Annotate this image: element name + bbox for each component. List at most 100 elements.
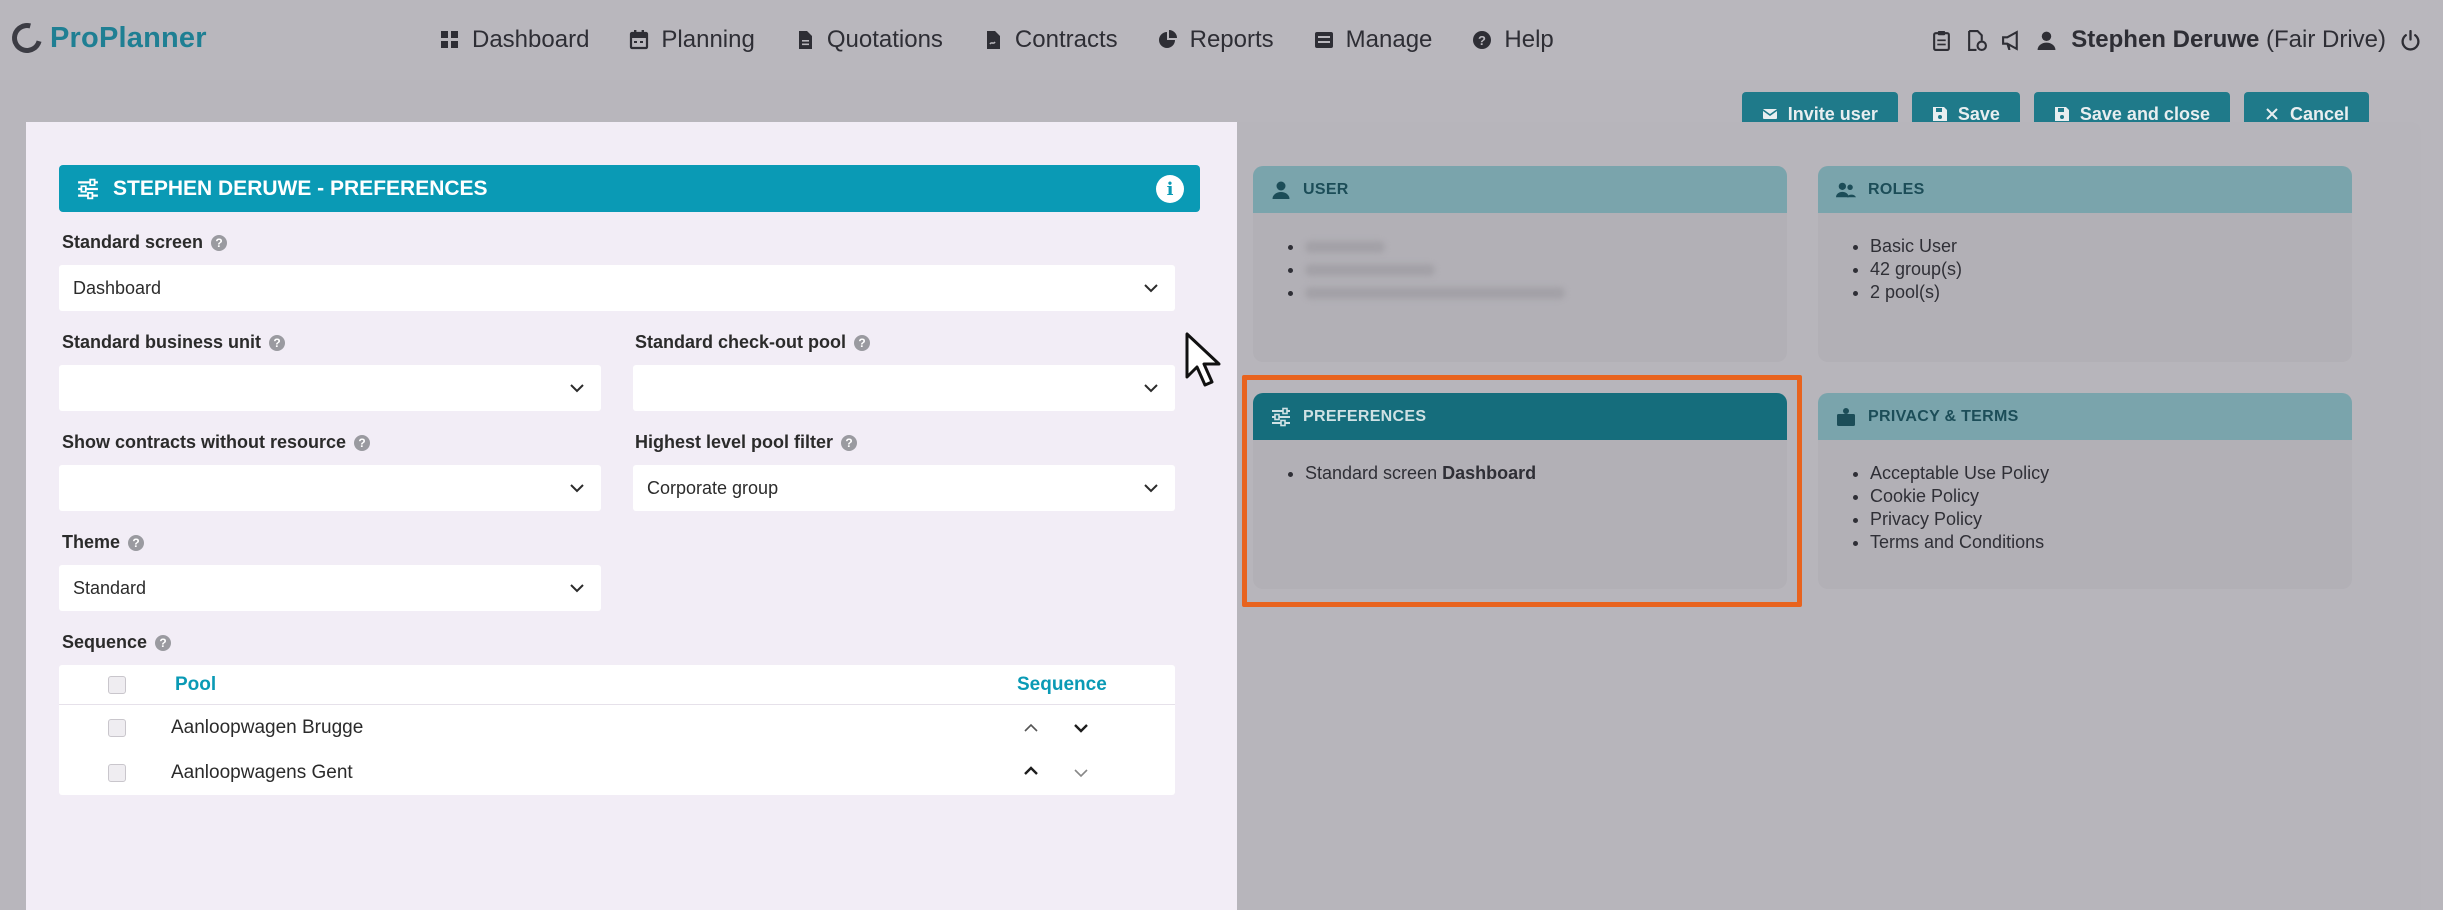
nav-planning-label: Planning bbox=[661, 26, 755, 53]
app-logo[interactable]: ProPlanner bbox=[6, 17, 207, 59]
standard-screen-value: Dashboard bbox=[73, 277, 162, 298]
privacy-terms-card-title: PRIVACY & TERMS bbox=[1868, 407, 2019, 425]
nav-contracts-label: Contracts bbox=[1014, 26, 1118, 53]
cookie-policy-link[interactable]: Cookie Policy bbox=[1870, 485, 2352, 508]
privacy-policy-link[interactable]: Privacy Policy bbox=[1870, 508, 2352, 531]
user-area: Stephen Deruwe (Fair Drive) bbox=[1931, 22, 2421, 58]
manage-icon bbox=[1314, 32, 1333, 48]
checkout-pool-label: Standard check-out pool ? bbox=[635, 332, 871, 353]
floppy-disk-icon bbox=[1932, 107, 1947, 121]
pie-chart-icon bbox=[1158, 30, 1177, 48]
chevron-down-icon bbox=[1144, 384, 1158, 393]
help-circle-icon: ? bbox=[1473, 31, 1492, 49]
chevron-down-icon bbox=[570, 384, 584, 393]
nav-contracts[interactable]: Contracts bbox=[983, 26, 1118, 54]
move-down-icon[interactable] bbox=[1072, 719, 1090, 737]
user-detail-redacted bbox=[1305, 281, 1787, 304]
user-detail-redacted bbox=[1305, 258, 1787, 281]
users-icon bbox=[1836, 182, 1856, 197]
help-icon[interactable]: ? bbox=[128, 534, 145, 551]
move-up-icon[interactable] bbox=[1022, 719, 1040, 737]
help-icon[interactable]: ? bbox=[211, 234, 228, 251]
chevron-down-icon bbox=[570, 584, 584, 593]
user-card: USER bbox=[1253, 166, 1787, 362]
nav-dashboard-label: Dashboard bbox=[472, 26, 590, 53]
nav-planning[interactable]: Planning bbox=[629, 26, 755, 54]
standard-screen-select[interactable]: Dashboard bbox=[59, 265, 1175, 311]
sequence-table: Pool Sequence Aanloopwagen Brugge Aanloo… bbox=[59, 665, 1175, 795]
nav-quotations[interactable]: Quotations bbox=[795, 26, 943, 54]
help-icon[interactable]: ? bbox=[354, 434, 371, 451]
row-checkbox[interactable] bbox=[108, 764, 126, 782]
user-icon[interactable] bbox=[2036, 30, 2057, 51]
acceptable-use-policy-link[interactable]: Acceptable Use Policy bbox=[1870, 462, 2352, 485]
contracts-without-resource-select[interactable] bbox=[59, 465, 601, 511]
standard-screen-label: Standard screen ? bbox=[62, 232, 228, 253]
pool-name: Aanloopwagens Gent bbox=[171, 762, 353, 783]
preferences-panel-header: STEPHEN DERUWE - PREFERENCES i bbox=[59, 165, 1200, 212]
highest-pool-filter-label-text: Highest level pool filter bbox=[635, 432, 834, 452]
roles-card-body: Basic User 42 group(s) 2 pool(s) bbox=[1818, 213, 2352, 304]
sequence-column-header[interactable]: Sequence bbox=[1017, 674, 1107, 696]
grid-icon bbox=[441, 31, 458, 48]
highest-pool-filter-label: Highest level pool filter ? bbox=[635, 432, 858, 453]
nav-quotations-label: Quotations bbox=[826, 26, 943, 53]
nav-dashboard[interactable]: Dashboard bbox=[440, 26, 589, 54]
role-item: Basic User bbox=[1870, 235, 2352, 258]
sliders-icon bbox=[78, 178, 98, 199]
move-up-icon[interactable] bbox=[1022, 762, 1040, 780]
main-nav: Dashboard Planning Quotations Contracts … bbox=[440, 22, 1554, 58]
highest-pool-filter-select[interactable]: Corporate group bbox=[633, 465, 1175, 511]
user-org: (Fair Drive) bbox=[2266, 26, 2386, 53]
table-row: Aanloopwagen Brugge bbox=[59, 705, 1175, 750]
standard-screen-label-text: Standard screen bbox=[62, 232, 204, 252]
contracts-without-resource-label: Show contracts without resource ? bbox=[62, 432, 371, 453]
terms-and-conditions-link[interactable]: Terms and Conditions bbox=[1870, 531, 2352, 554]
sequence-table-header: Pool Sequence bbox=[59, 665, 1175, 705]
contracts-without-resource-label-text: Show contracts without resource bbox=[62, 432, 347, 452]
info-icon[interactable]: i bbox=[1156, 175, 1184, 203]
power-icon[interactable] bbox=[2400, 29, 2421, 51]
nav-reports-label: Reports bbox=[1189, 26, 1274, 53]
business-unit-label-text: Standard business unit bbox=[62, 332, 262, 352]
nav-manage[interactable]: Manage bbox=[1314, 26, 1433, 54]
highest-pool-filter-value: Corporate group bbox=[647, 477, 779, 498]
clipboard-icon[interactable] bbox=[1931, 30, 1952, 51]
user-icon bbox=[1272, 181, 1290, 199]
chevron-down-icon bbox=[1144, 484, 1158, 493]
roles-card: ROLES Basic User 42 group(s) 2 pool(s) bbox=[1818, 166, 2352, 362]
top-navigation-bar: ProPlanner Dashboard Planning Quotations… bbox=[0, 0, 2443, 80]
pool-column-header[interactable]: Pool bbox=[175, 674, 216, 696]
nav-help[interactable]: ? Help bbox=[1472, 26, 1554, 54]
logo-ring-icon bbox=[6, 17, 48, 59]
select-all-checkbox[interactable] bbox=[108, 676, 126, 694]
help-icon[interactable]: ? bbox=[841, 434, 858, 451]
checkout-pool-label-text: Standard check-out pool bbox=[635, 332, 847, 352]
nav-manage-label: Manage bbox=[1345, 26, 1433, 53]
envelope-icon bbox=[1762, 109, 1778, 119]
document-settings-icon[interactable] bbox=[1966, 29, 1988, 51]
role-item: 2 pool(s) bbox=[1870, 281, 2352, 304]
business-unit-select[interactable] bbox=[59, 365, 601, 411]
row-checkbox[interactable] bbox=[108, 719, 126, 737]
nav-reports[interactable]: Reports bbox=[1158, 26, 1274, 54]
roles-card-header: ROLES bbox=[1818, 166, 2352, 213]
privacy-terms-card-body: Acceptable Use Policy Cookie Policy Priv… bbox=[1818, 440, 2352, 554]
move-down-icon[interactable] bbox=[1072, 764, 1090, 782]
chevron-down-icon bbox=[1144, 284, 1158, 293]
user-display-name[interactable]: Stephen Deruwe (Fair Drive) bbox=[2071, 26, 2386, 54]
help-icon[interactable]: ? bbox=[854, 334, 871, 351]
theme-select[interactable]: Standard bbox=[59, 565, 601, 611]
megaphone-icon[interactable] bbox=[2001, 29, 2022, 51]
theme-label-text: Theme bbox=[62, 532, 121, 552]
sequence-label: Sequence ? bbox=[62, 632, 172, 653]
mouse-pointer-icon bbox=[1185, 332, 1221, 387]
table-row: Aanloopwagens Gent bbox=[59, 750, 1175, 795]
sequence-label-text: Sequence bbox=[62, 632, 148, 652]
user-card-header: USER bbox=[1253, 166, 1787, 213]
checkout-pool-select[interactable] bbox=[633, 365, 1175, 411]
help-icon[interactable]: ? bbox=[269, 334, 286, 351]
role-item: 42 group(s) bbox=[1870, 258, 2352, 281]
help-icon[interactable]: ? bbox=[155, 634, 172, 651]
briefcase-user-icon bbox=[1837, 407, 1855, 426]
